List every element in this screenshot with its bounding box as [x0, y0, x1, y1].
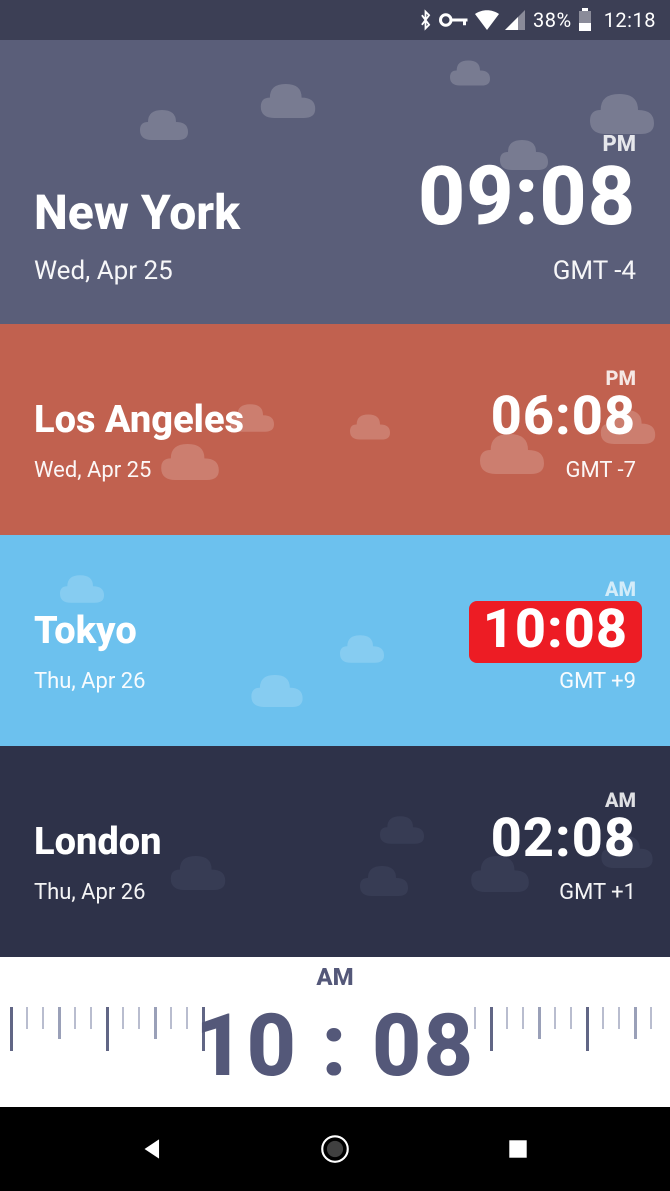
timezone-label: GMT -4 — [553, 256, 636, 286]
time-value: 06:08 — [491, 390, 636, 444]
world-clock-list: PM 09:08 New York Wed, Apr 25 GMT -4 PM … — [0, 40, 670, 957]
time-value: 02:08 — [491, 812, 636, 866]
battery-icon — [578, 8, 592, 32]
city-name: New York — [34, 184, 240, 241]
cell-signal-icon — [505, 10, 525, 30]
bluetooth-icon — [418, 8, 433, 32]
nav-home-button[interactable] — [311, 1125, 359, 1173]
timezone-label: GMT -7 — [566, 458, 636, 483]
date-label: Wed, Apr 25 — [34, 256, 173, 286]
android-nav-bar — [0, 1107, 670, 1191]
wifi-icon — [475, 10, 499, 30]
battery-percent: 38% — [533, 8, 572, 32]
time-scrubber[interactable]: AM 10 : 08 — [0, 957, 670, 1107]
city-name: Tokyo — [34, 609, 137, 653]
time-value-highlighted: 10:08 — [469, 601, 642, 663]
city-name: Los Angeles — [34, 398, 244, 442]
city-card-london[interactable]: AM 02:08 London Thu, Apr 26 GMT +1 — [0, 746, 670, 957]
city-name: London — [34, 820, 162, 864]
city-card-los-angeles[interactable]: PM 06:08 Los Angeles Wed, Apr 25 GMT -7 — [0, 324, 670, 535]
vpn-key-icon — [439, 12, 469, 28]
city-card-new-york[interactable]: PM 09:08 New York Wed, Apr 25 GMT -4 — [0, 40, 670, 324]
timezone-label: GMT +9 — [559, 669, 636, 694]
date-label: Thu, Apr 26 — [34, 669, 146, 694]
city-card-tokyo[interactable]: AM 10:08 Tokyo Thu, Apr 26 GMT +9 — [0, 535, 670, 746]
time-value: 09:08 — [418, 156, 636, 238]
nav-recents-button[interactable] — [494, 1125, 542, 1173]
nav-back-button[interactable] — [128, 1125, 176, 1173]
scrubber-time: 10 : 08 — [195, 1003, 475, 1089]
timezone-label: GMT +1 — [559, 880, 636, 905]
status-clock: 12:18 — [604, 8, 656, 32]
date-label: Thu, Apr 26 — [34, 880, 146, 905]
status-bar: 38% 12:18 — [0, 0, 670, 40]
scrubber-ampm: AM — [316, 963, 353, 991]
date-label: Wed, Apr 25 — [34, 458, 151, 483]
